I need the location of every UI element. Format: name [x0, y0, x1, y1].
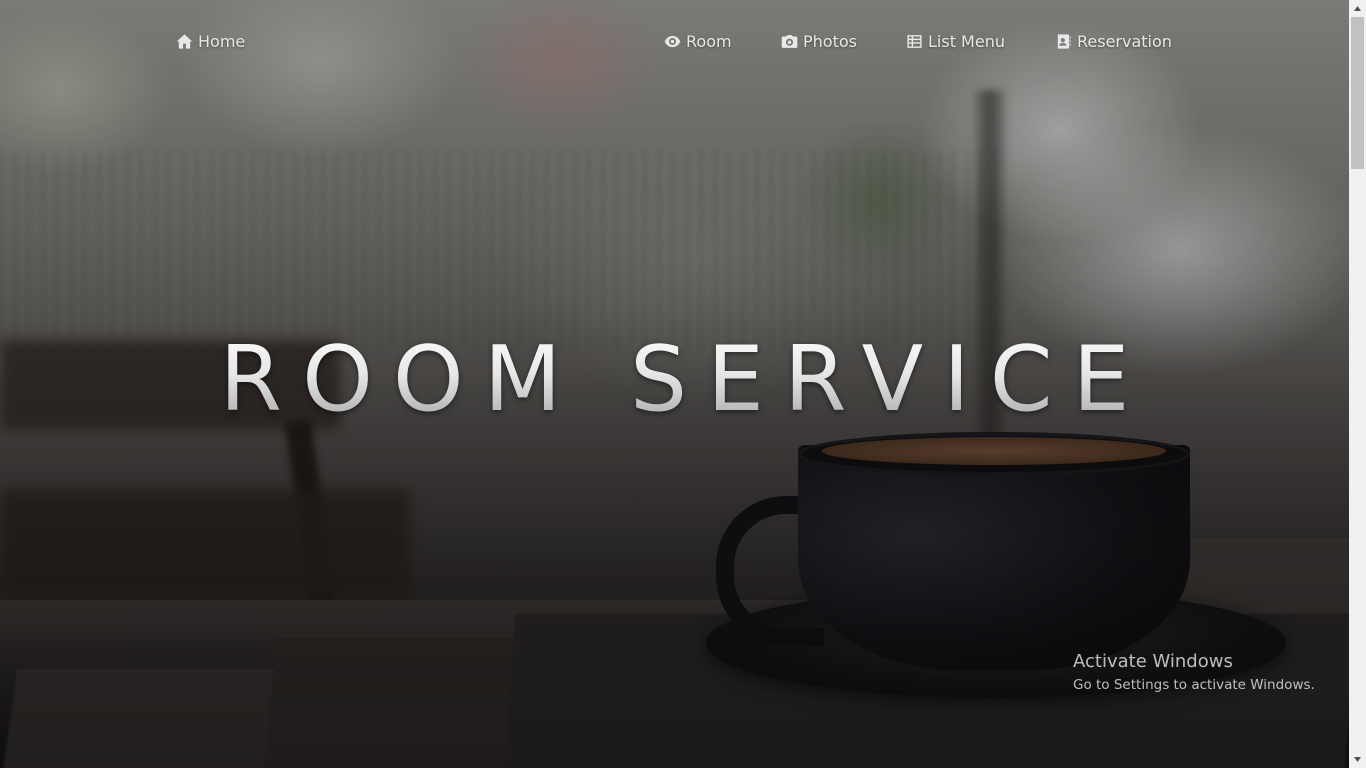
activate-windows-watermark: Activate Windows Go to Settings to activ… — [1073, 651, 1315, 695]
nav-photos[interactable]: Photos — [781, 32, 857, 51]
scroll-down-button[interactable] — [1349, 751, 1366, 768]
list-icon — [907, 35, 922, 48]
page-title: ROOM SERVICE — [0, 326, 1349, 434]
eye-icon — [664, 35, 681, 48]
nav-home-label: Home — [198, 32, 246, 51]
camera-icon — [781, 35, 798, 48]
main-nav: Home Room Photos List Menu Reservation — [0, 32, 1349, 56]
contact-book-icon — [1057, 34, 1071, 49]
home-icon — [176, 34, 193, 49]
arrow-up-icon — [1354, 6, 1361, 11]
vertical-scrollbar[interactable] — [1349, 0, 1366, 768]
nav-reservation[interactable]: Reservation — [1055, 32, 1172, 51]
nav-room[interactable]: Room — [664, 32, 732, 51]
arrow-down-icon — [1354, 757, 1361, 762]
nav-list-menu[interactable]: List Menu — [906, 32, 1005, 51]
watermark-title: Activate Windows — [1073, 651, 1233, 672]
nav-room-label: Room — [686, 32, 732, 51]
nav-reservation-label: Reservation — [1077, 32, 1172, 51]
scroll-up-button[interactable] — [1349, 0, 1366, 17]
nav-photos-label: Photos — [803, 32, 857, 51]
scrollbar-thumb[interactable] — [1351, 17, 1364, 169]
nav-home[interactable]: Home — [176, 32, 245, 51]
nav-list-menu-label: List Menu — [928, 32, 1005, 51]
watermark-subtitle: Go to Settings to activate Windows. — [1073, 677, 1315, 693]
